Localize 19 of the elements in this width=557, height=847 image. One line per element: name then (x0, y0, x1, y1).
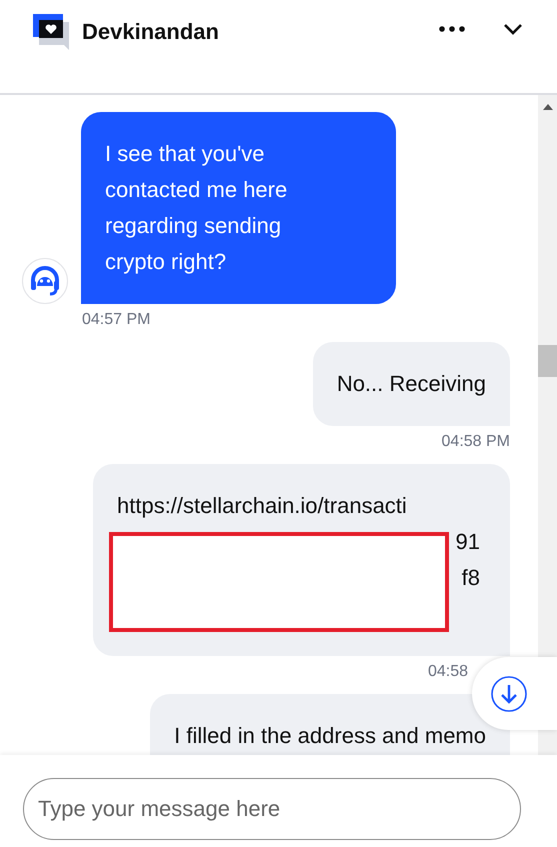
message-text: 91 (454, 528, 480, 556)
scroll-up-icon[interactable] (542, 104, 552, 110)
headset-agent-icon (28, 264, 62, 298)
chevron-down-icon (503, 23, 523, 35)
scrollbar-thumb[interactable] (538, 345, 557, 377)
scroll-down-button[interactable] (472, 657, 557, 730)
message-time: 04:58 (428, 663, 468, 681)
message-time: 04:57 PM (82, 311, 150, 329)
message-input-field[interactable]: Type your message here (23, 778, 521, 840)
arrow-down-circle-icon (490, 674, 528, 712)
more-icon (439, 26, 465, 32)
message-text: f8 (460, 564, 480, 592)
message-text: I filled in the address and memo (174, 722, 486, 750)
message-text: https://stellarchain.io/transacti (117, 492, 408, 520)
chat-title: Devkinandan (82, 19, 220, 45)
message-text: I see that you've contacted me here regarding sending crypto right? (105, 140, 288, 276)
message-time: 04:58 PM (442, 433, 510, 451)
message-text: No... Receiving (336, 370, 486, 398)
chat-heart-logo-icon (33, 14, 69, 50)
